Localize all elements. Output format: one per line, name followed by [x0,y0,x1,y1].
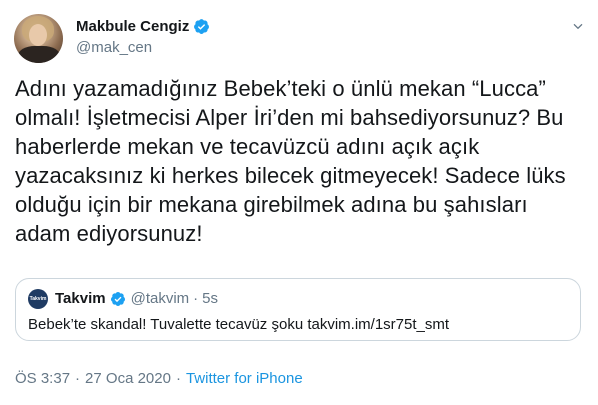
quoted-avatar[interactable]: Takvim [28,289,48,309]
tweet-card: Makbule Cengiz @mak_cen Adını yazamadığı… [0,0,598,405]
quoted-name[interactable]: Takvim [55,290,106,307]
tweet-text: Adını yazamadığınız Bebek’teki o ünlü me… [15,76,566,246]
quoted-avatar-logo-text: Takvim [29,296,47,302]
tweet-date[interactable]: 27 Oca 2020 [85,370,171,387]
verified-badge-icon [110,291,125,306]
tweet-meta: ÖS 3:37 · 27 Oca 2020 · Twitter for iPho… [15,370,303,387]
meta-separator: · [75,370,81,387]
author-name-row[interactable]: Makbule Cengiz [76,18,210,35]
quoted-text: Bebek’te skandal! Tuvalette tecavüz şoku… [28,316,450,333]
verified-badge-icon [194,19,210,34]
chevron-down-icon[interactable] [570,18,586,34]
avatar-body-shape [18,46,60,63]
tweet-time[interactable]: ÖS 3:37 [15,370,70,387]
author-avatar[interactable] [14,14,63,63]
tweet-source-link[interactable]: Twitter for iPhone [186,370,303,387]
author-handle[interactable]: @mak_cen [76,39,152,56]
quoted-header: Takvim @takvim · 5s [55,290,218,307]
author-name[interactable]: Makbule Cengiz [76,18,189,35]
quoted-tweet[interactable]: Takvim Takvim @takvim · 5s Bebek’te skan… [15,278,581,341]
quoted-handle[interactable]: @takvim [131,290,190,307]
quoted-time[interactable]: 5s [202,290,218,307]
avatar-face-shape [29,24,47,46]
meta-separator: · [175,370,181,387]
quoted-separator: · [193,290,199,307]
